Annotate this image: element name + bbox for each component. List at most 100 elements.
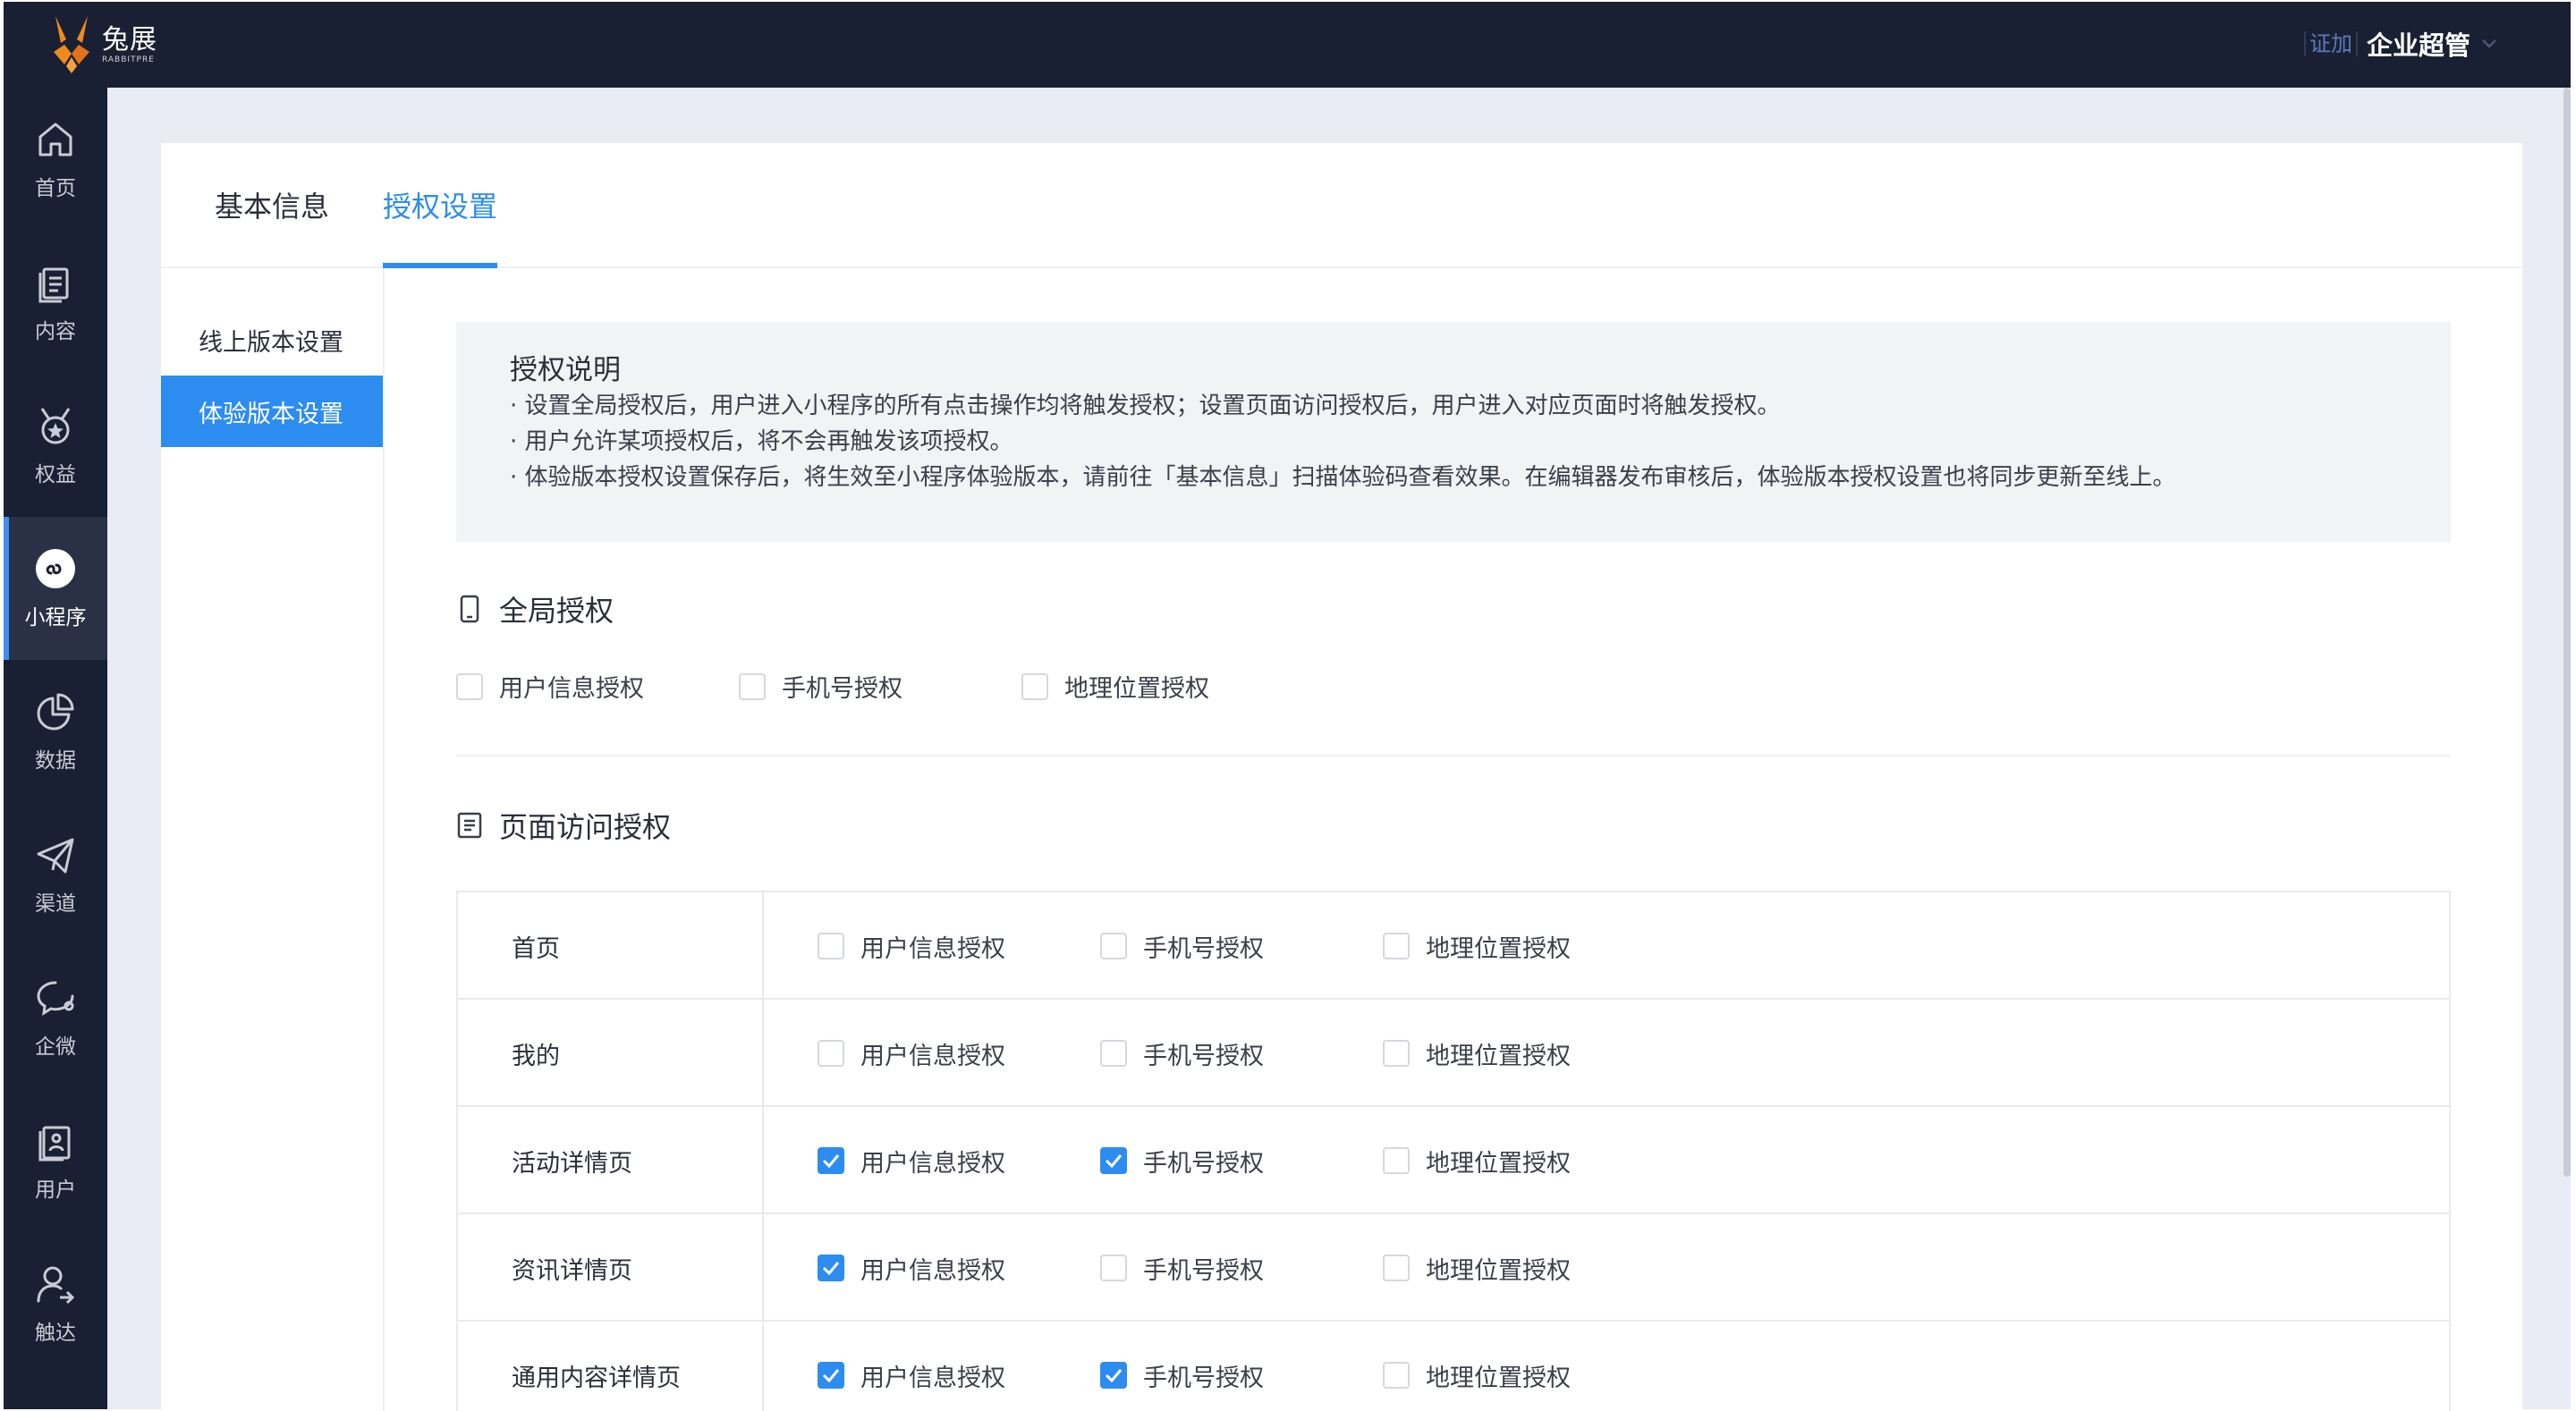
checkbox-label: 地理位置授权 <box>1426 1256 1571 1285</box>
sidebar-item-wecom[interactable]: 企微 <box>4 946 107 1089</box>
checkbox-label: 用户信息授权 <box>860 934 1005 963</box>
user-list-icon <box>38 1126 71 1162</box>
user-info-checkbox[interactable]: 用户信息授权 <box>818 1251 1100 1286</box>
sidebar-item-home[interactable]: 首页 <box>4 88 107 231</box>
rabbit-logo-icon <box>48 13 95 77</box>
notice-line: · 用户允许某项授权后，将不会再触发该项授权。 <box>510 428 1013 455</box>
location-checkbox[interactable]: 地理位置授权 <box>1383 1251 1571 1286</box>
user-info-checkbox[interactable]: 用户信息授权 <box>818 1036 1100 1071</box>
subnav-online-version[interactable]: 线上版本设置 <box>161 304 383 376</box>
checkbox-box[interactable] <box>739 672 766 700</box>
checkbox-box[interactable] <box>1100 1040 1127 1067</box>
user-name[interactable]: 企业超管 <box>2367 25 2470 63</box>
checkbox-box[interactable] <box>1100 1362 1127 1389</box>
tab-basic-info[interactable]: 基本信息 <box>215 184 329 225</box>
sidebar-item-label: 小程序 <box>24 606 87 629</box>
sidebar-item-channel[interactable]: 渠道 <box>4 803 107 946</box>
checkbox-box[interactable] <box>1383 1040 1410 1067</box>
phone-checkbox[interactable]: 手机号授权 <box>1100 1251 1383 1286</box>
page-name: 通用内容详情页 <box>512 1364 681 1392</box>
checkbox-box[interactable] <box>818 1040 844 1067</box>
phone-checkbox[interactable]: 手机号授权 <box>1100 929 1383 964</box>
checkbox-label: 用户信息授权 <box>860 1256 1005 1285</box>
checkbox-label: 地理位置授权 <box>1426 1364 1571 1392</box>
checkbox-label: 手机号授权 <box>1143 1149 1264 1178</box>
location-checkbox[interactable]: 地理位置授权 <box>1383 1036 1571 1071</box>
checkbox-label: 手机号授权 <box>1143 1042 1264 1070</box>
sidebar-item-reach[interactable]: 触达 <box>4 1232 107 1375</box>
checkbox-box[interactable] <box>818 1147 844 1174</box>
subnav-trial-version[interactable]: 体验版本设置 <box>161 376 383 447</box>
checkbox-label: 手机号授权 <box>1143 1364 1264 1392</box>
checkbox-label: 用户信息授权 <box>499 675 644 703</box>
user-info-checkbox[interactable]: 用户信息授权 <box>818 929 1100 964</box>
global-phone-checkbox[interactable]: 手机号授权 <box>739 669 1021 704</box>
checkbox-label: 用户信息授权 <box>860 1149 1005 1178</box>
notice-line: · 体验版本授权设置保存后，将生效至小程序体验版本，请前往「基本信息」扫描体验码… <box>510 464 2176 491</box>
sidebar-item-data[interactable]: 数据 <box>4 660 107 803</box>
checkbox-box[interactable] <box>818 1362 844 1389</box>
checkbox-label: 地理位置授权 <box>1064 675 1209 703</box>
checkbox-box[interactable] <box>818 1255 844 1281</box>
location-checkbox[interactable]: 地理位置授权 <box>1383 1144 1571 1179</box>
check-icon <box>1105 1154 1123 1168</box>
medal-icon <box>40 408 71 444</box>
phone-icon <box>460 595 479 623</box>
checkbox-box[interactable] <box>1100 933 1127 959</box>
checkbox-label: 地理位置授权 <box>1426 934 1571 963</box>
page-scrollbar[interactable] <box>2563 88 2571 1177</box>
checkbox-box[interactable] <box>1383 1147 1410 1174</box>
sidebar-item-label: 用户 <box>35 1179 76 1202</box>
sidebar-item-content[interactable]: 内容 <box>4 231 107 374</box>
top-bar: 兔展 RABBITPRE 证加 企业超管 <box>4 2 2571 88</box>
phone-checkbox[interactable]: 手机号授权 <box>1100 1036 1383 1071</box>
table-row: 资讯详情页 用户信息授权 手机号授权 地理位置授权 <box>458 1214 2449 1322</box>
sidebar-item-label: 渠道 <box>35 892 76 916</box>
checkbox-box[interactable] <box>1383 933 1410 959</box>
checkbox-box[interactable] <box>1383 1255 1410 1281</box>
checkbox-box[interactable] <box>1100 1255 1127 1281</box>
sidebar-item-label: 触达 <box>35 1322 76 1345</box>
user-info-checkbox[interactable]: 用户信息授权 <box>818 1144 1100 1179</box>
sidebar-item-users[interactable]: 用户 <box>4 1089 107 1232</box>
global-location-checkbox[interactable]: 地理位置授权 <box>1021 669 1209 704</box>
checkbox-label: 手机号授权 <box>782 675 902 703</box>
check-icon <box>1105 1369 1123 1382</box>
checkbox-box[interactable] <box>1100 1147 1127 1174</box>
chat-icon <box>37 981 74 1016</box>
section-title-text: 页面访问授权 <box>499 810 672 844</box>
location-checkbox[interactable]: 地理位置授权 <box>1383 929 1571 964</box>
section-title-text: 全局授权 <box>499 594 614 628</box>
sidebar: 首页 内容 权益 小程序 数据 渠道 企微 用户 触达 <box>4 88 107 1409</box>
logo-subtext: RABBITPRE <box>102 55 155 64</box>
checkbox-box[interactable] <box>1021 672 1048 700</box>
check-icon <box>822 1154 840 1168</box>
list-icon <box>457 812 482 839</box>
sidebar-item-benefits[interactable]: 权益 <box>4 374 107 517</box>
user-info-checkbox[interactable]: 用户信息授权 <box>818 1358 1100 1393</box>
logo[interactable]: 兔展 RABBITPRE <box>48 13 157 77</box>
tab-auth-settings[interactable]: 授权设置 <box>383 184 497 225</box>
page-auth-table: 首页 用户信息授权 手机号授权 地理位置授权 我的 用户信息授权 手机号授权 地… <box>456 891 2451 1411</box>
page-name: 资讯详情页 <box>512 1256 632 1285</box>
account-menu[interactable]: 证加 企业超管 <box>2303 25 2499 63</box>
global-user-info-checkbox[interactable]: 用户信息授权 <box>456 669 739 704</box>
check-icon <box>822 1369 840 1382</box>
checkbox-label: 地理位置授权 <box>1426 1149 1571 1178</box>
section-divider <box>456 755 2451 756</box>
checkbox-box[interactable] <box>456 672 483 700</box>
phone-checkbox[interactable]: 手机号授权 <box>1100 1358 1383 1393</box>
phone-checkbox[interactable]: 手机号授权 <box>1100 1144 1383 1179</box>
pie-chart-icon <box>37 693 74 731</box>
chevron-down-icon[interactable] <box>2479 34 2499 54</box>
sidebar-item-mini-program[interactable]: 小程序 <box>4 517 107 660</box>
sidebar-item-label: 数据 <box>35 749 76 773</box>
checkbox-box[interactable] <box>818 933 844 959</box>
sidebar-item-label: 内容 <box>35 320 76 343</box>
checkbox-box[interactable] <box>1383 1362 1410 1389</box>
app-window: 兔展 RABBITPRE 证加 企业超管 首页 内容 权益 小程序 数据 渠道 … <box>0 0 2576 1411</box>
table-row: 活动详情页 用户信息授权 手机号授权 地理位置授权 <box>458 1107 2449 1214</box>
location-checkbox[interactable]: 地理位置授权 <box>1383 1358 1571 1393</box>
logo-text: 兔展 <box>102 24 157 55</box>
checkbox-label: 用户信息授权 <box>860 1042 1005 1070</box>
